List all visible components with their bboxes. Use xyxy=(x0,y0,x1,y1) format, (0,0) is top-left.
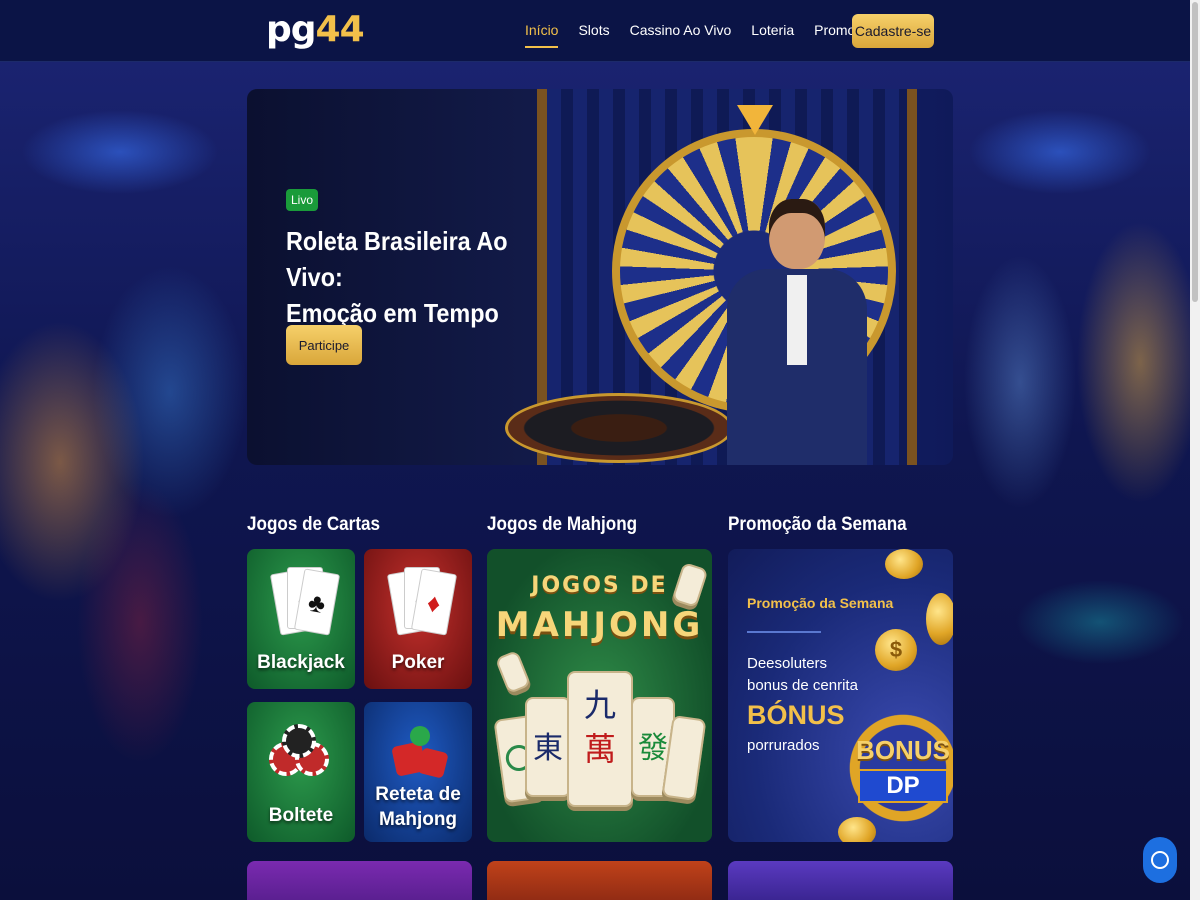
main-nav: Início Slots Cassino Ao Vivo Loteria Pro… xyxy=(525,20,885,48)
nav-inicio[interactable]: Início xyxy=(525,20,559,48)
bonus-badge-top: BONUS xyxy=(856,735,950,765)
section-title-mahjong: Jogos de Mahjong xyxy=(487,514,638,535)
game-label-poker: Poker xyxy=(391,652,445,673)
mahjong-tile-nine-wan: 九 萬 xyxy=(567,671,633,807)
promo-bonus-word: BÓNUS xyxy=(747,700,845,730)
promo-card-title: Promoção da Semana xyxy=(747,595,894,611)
mahjong-tile-floating xyxy=(494,649,532,695)
logo-number: 44 xyxy=(315,9,365,50)
playing-cards-icon: ♠ ♠ ♣ xyxy=(269,567,341,647)
live-badge: Livo xyxy=(286,189,318,211)
game-label-blackjack: Blackjack xyxy=(257,652,345,673)
roulette-table-image xyxy=(505,393,733,463)
promo-divider xyxy=(747,631,821,633)
dice-icon xyxy=(386,724,450,784)
page-scrollbar[interactable] xyxy=(1190,0,1200,900)
game-tile-blackjack[interactable]: ♠ ♠ ♣ Blackjack xyxy=(247,549,355,689)
bonus-badge: BONUS DP xyxy=(848,713,953,823)
logo[interactable]: pg44 xyxy=(266,9,365,50)
game-tile-bottom-1[interactable] xyxy=(247,861,472,900)
hero-title-line1: Roleta Brasileira Ao Vivo: xyxy=(286,226,508,292)
game-tile-poker[interactable]: ♠ ♠ ♦ Poker xyxy=(364,549,472,689)
mahjong-tile-east: 東 xyxy=(525,697,571,797)
nav-loteria[interactable]: Loteria xyxy=(751,20,794,44)
host-shirt xyxy=(787,275,807,365)
game-tile-bottom-2[interactable] xyxy=(487,861,712,900)
game-tile-boltete[interactable]: Boltete xyxy=(247,702,355,842)
site-header: pg44 Início Slots Cassino Ao Vivo Loteri… xyxy=(0,0,1200,62)
game-label-reteta-mahjong: Reteta de Mahjong xyxy=(375,784,461,830)
section-title-cards: Jogos de Cartas xyxy=(247,514,381,535)
participate-button[interactable]: Participe xyxy=(286,325,362,365)
coin-icon xyxy=(885,549,923,579)
game-label-boltete: Boltete xyxy=(268,805,334,826)
logo-prefix: pg xyxy=(266,9,317,50)
mahjong-feature-tile[interactable]: JOGOS DE MAHJONG 東 九 萬 發 xyxy=(487,549,712,842)
coin-icon xyxy=(926,593,953,645)
scrollbar-thumb[interactable] xyxy=(1192,2,1198,302)
casino-chips-icon xyxy=(269,724,333,784)
host-head xyxy=(769,199,825,269)
game-tile-reteta-mahjong[interactable]: Reteta de Mahjong xyxy=(364,702,472,842)
mahjong-tile-floating xyxy=(671,561,709,609)
coin-icon: $ xyxy=(875,629,917,671)
signup-button[interactable]: Cadastre-se xyxy=(852,14,934,48)
section-title-promo: Promoção da Semana xyxy=(728,514,907,535)
wheel-pointer xyxy=(737,105,773,135)
nav-slots[interactable]: Slots xyxy=(578,20,609,44)
promo-line2: bonus de cenrita xyxy=(747,677,858,694)
playing-cards-icon: ♠ ♠ ♦ xyxy=(386,567,458,647)
game-tile-bottom-3[interactable] xyxy=(728,861,953,900)
promo-line1: Deesoluters xyxy=(747,655,828,672)
chat-support-button[interactable] xyxy=(1143,837,1177,883)
nav-cassino-ao-vivo[interactable]: Cassino Ao Vivo xyxy=(630,20,732,44)
host-image xyxy=(707,199,887,465)
mahjong-art-title-line2: MAHJONG xyxy=(495,605,704,645)
coin-icon xyxy=(838,817,876,842)
hero-banner[interactable]: Livo Roleta Brasileira Ao Vivo: Emoção e… xyxy=(247,89,953,465)
promo-line4: porrurados xyxy=(747,737,820,754)
bonus-badge-bottom: DP xyxy=(858,769,948,803)
promo-week-tile[interactable]: Promoção da Semana Deesoluters bonus de … xyxy=(728,549,953,842)
promo-text: Deesoluters bonus de cenrita xyxy=(747,653,858,697)
chat-icon xyxy=(1151,851,1169,869)
